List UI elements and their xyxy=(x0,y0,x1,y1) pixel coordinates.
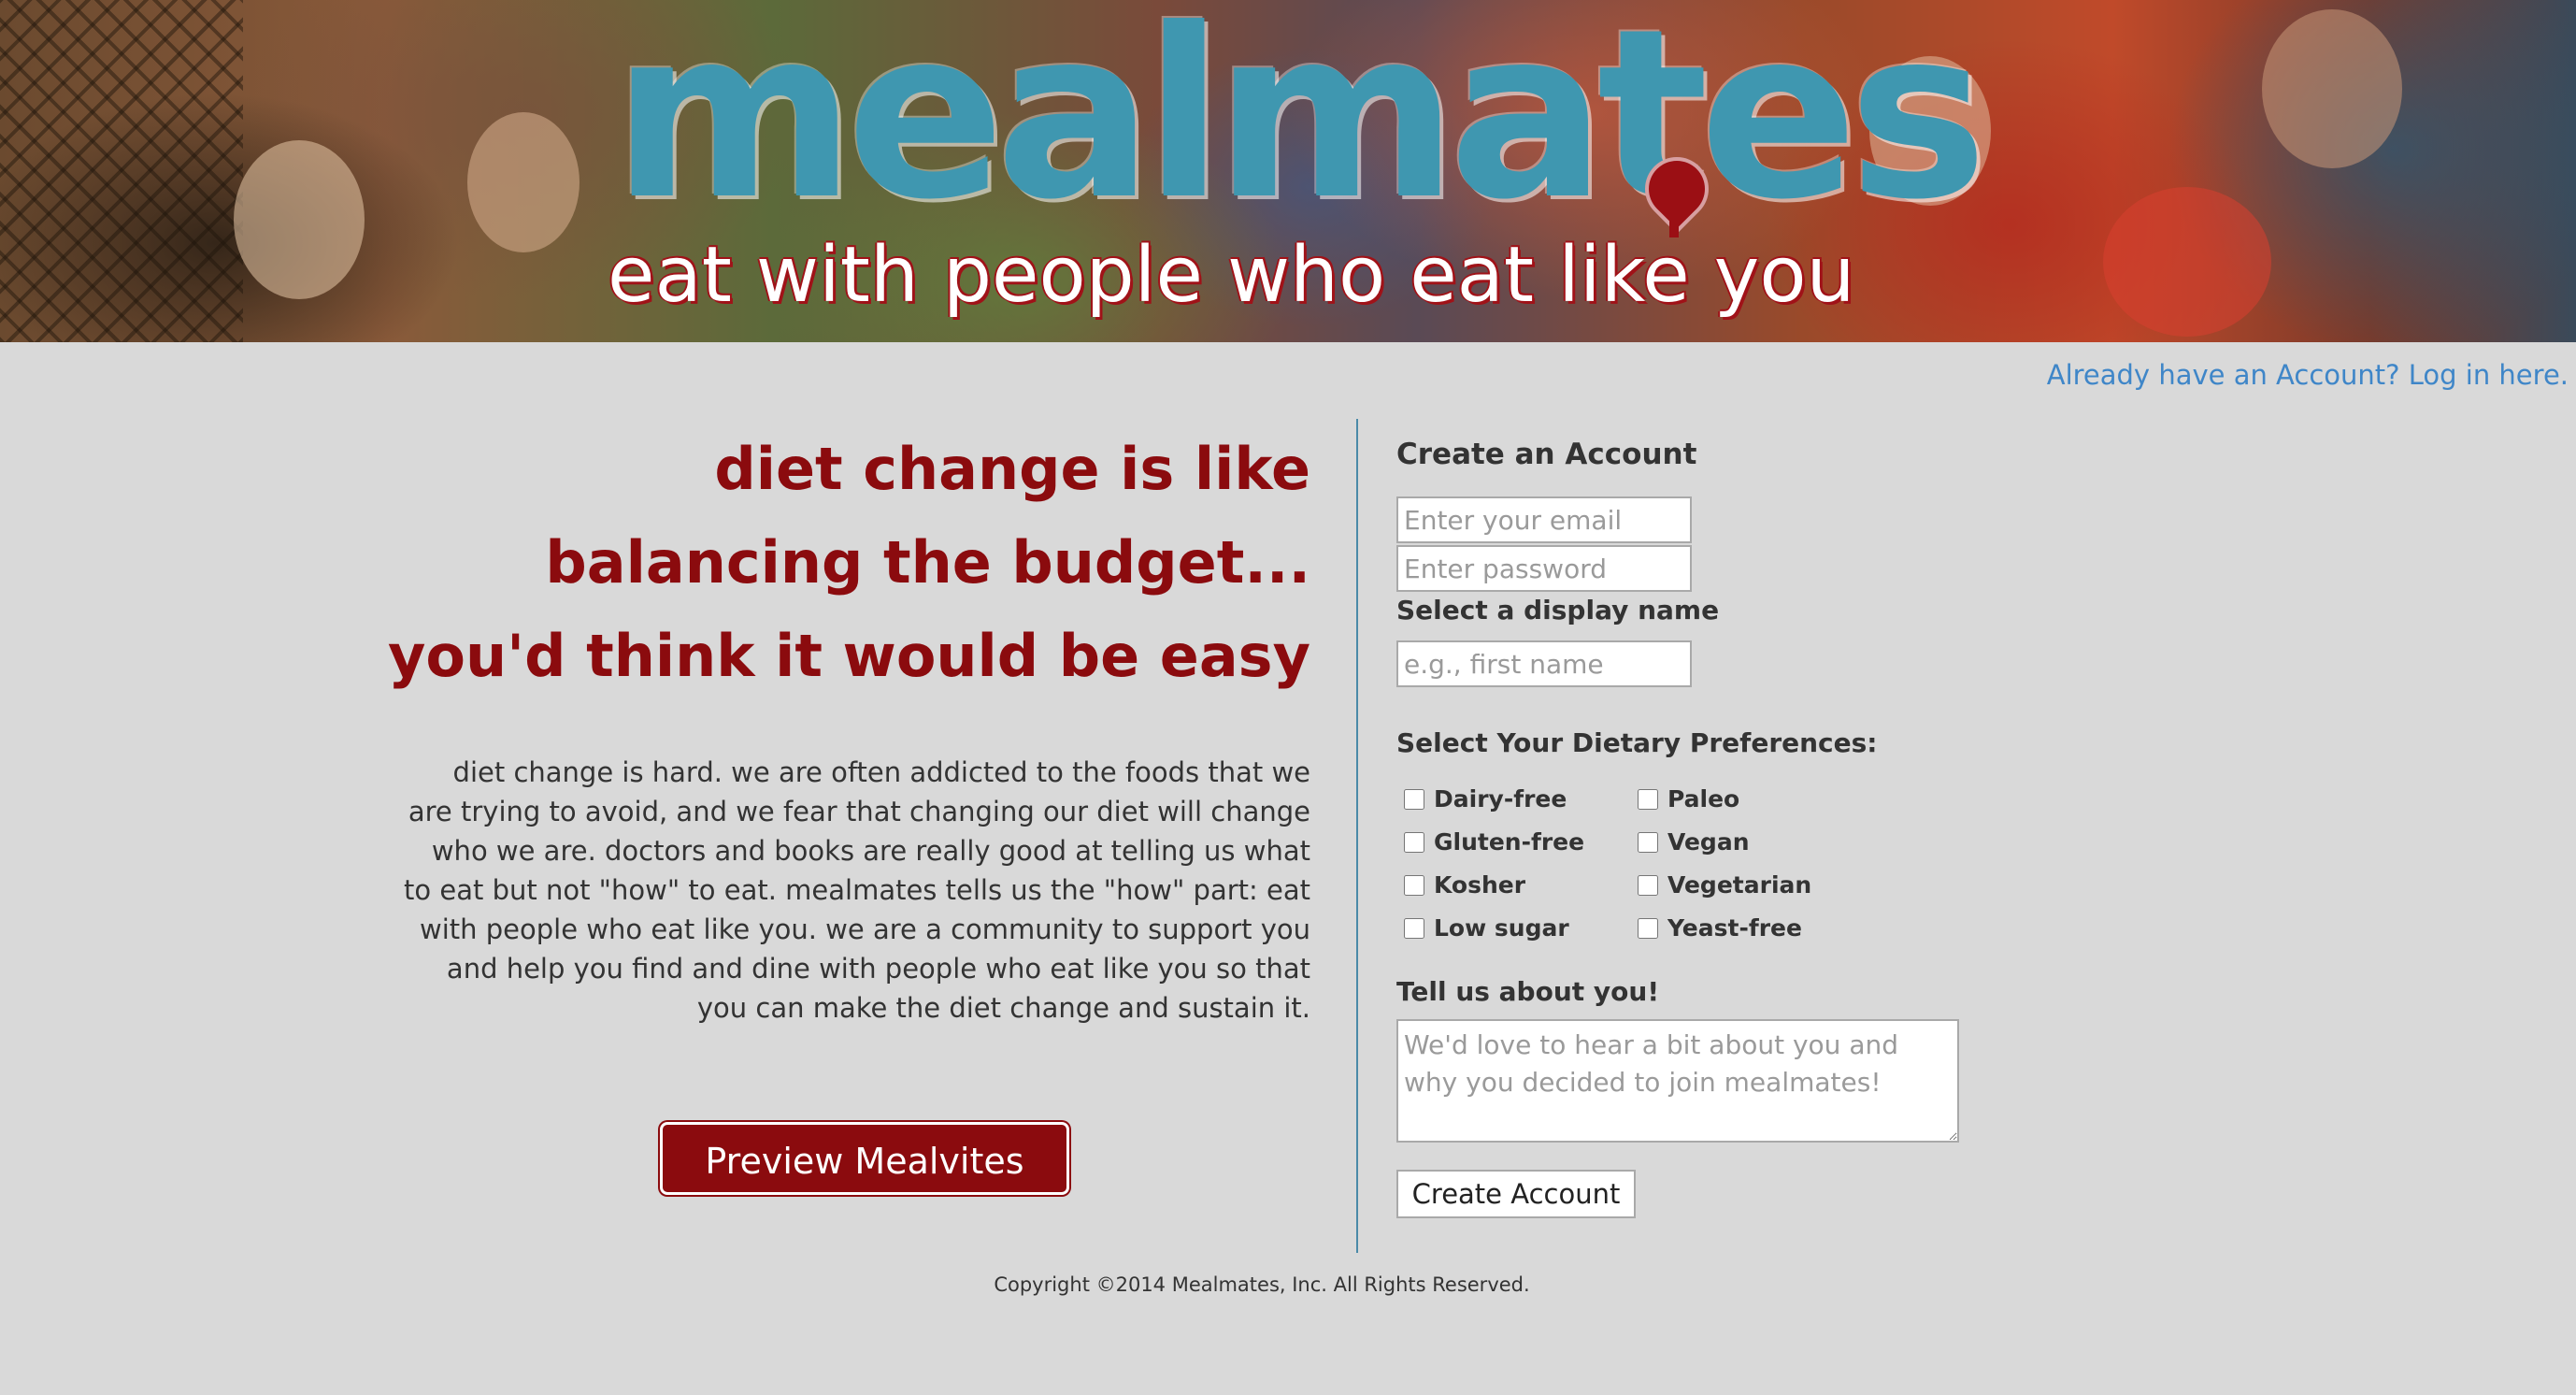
headline-line-1: diet change is like xyxy=(714,435,1310,503)
pref-label: Kosher xyxy=(1434,871,1526,899)
copyright-footer: Copyright ©2014 Mealmates, Inc. All Righ… xyxy=(994,1273,1530,1296)
hero-photo-person xyxy=(2103,187,2271,337)
preview-mealvites-button[interactable]: Preview Mealvites xyxy=(660,1122,1069,1195)
email-field[interactable] xyxy=(1396,496,1692,543)
pref-kosher[interactable]: Kosher xyxy=(1396,871,1525,899)
pref-low-sugar[interactable]: Low sugar xyxy=(1396,914,1569,942)
hero-photo-fence xyxy=(0,0,243,342)
display-name-field[interactable] xyxy=(1396,640,1692,687)
pref-label: Low sugar xyxy=(1434,914,1569,942)
intro-paragraph: diet change is hard. we are often addict… xyxy=(404,756,1310,1024)
pref-yeast-free[interactable]: Yeast-free xyxy=(1630,914,1802,942)
hero-photo-person xyxy=(2262,9,2402,168)
kosher-checkbox[interactable] xyxy=(1404,874,1424,896)
dietary-preferences-label: Select Your Dietary Preferences: xyxy=(1396,727,1878,758)
password-field[interactable] xyxy=(1396,545,1692,592)
hero-photo-person xyxy=(234,140,365,299)
paleo-checkbox[interactable] xyxy=(1638,788,1658,810)
pref-label: Dairy-free xyxy=(1434,785,1567,813)
gluten-free-checkbox[interactable] xyxy=(1404,831,1424,853)
pref-label: Vegetarian xyxy=(1667,871,1812,899)
about-textarea[interactable] xyxy=(1396,1019,1959,1143)
create-account-button[interactable]: Create Account xyxy=(1396,1170,1636,1218)
pref-dairy-free[interactable]: Dairy-free xyxy=(1396,785,1567,813)
pref-label: Gluten-free xyxy=(1434,828,1585,856)
pref-vegan[interactable]: Vegan xyxy=(1630,828,1750,856)
headline-line-2: balancing the budget... xyxy=(545,528,1310,597)
hero-tagline: eat with people who eat like you xyxy=(608,231,1855,320)
pref-label: Paleo xyxy=(1667,785,1740,813)
hero-photo-person xyxy=(467,112,580,252)
hero-banner: mealmates eat with people who eat like y… xyxy=(0,0,2576,342)
dairy-free-checkbox[interactable] xyxy=(1404,788,1424,810)
pref-vegetarian[interactable]: Vegetarian xyxy=(1630,871,1811,899)
vegetarian-checkbox[interactable] xyxy=(1638,874,1658,896)
yeast-free-checkbox[interactable] xyxy=(1638,917,1658,939)
create-account-title: Create an Account xyxy=(1396,438,1697,471)
headline-line-3: you'd think it would be easy xyxy=(387,622,1310,690)
pref-label: Yeast-free xyxy=(1667,914,1802,942)
login-link[interactable]: Already have an Account? Log in here. xyxy=(2047,359,2569,391)
pref-paleo[interactable]: Paleo xyxy=(1630,785,1739,813)
about-label: Tell us about you! xyxy=(1396,976,1660,1007)
column-divider xyxy=(1356,419,1358,1253)
vegan-checkbox[interactable] xyxy=(1638,831,1658,853)
display-name-label: Select a display name xyxy=(1396,595,1720,626)
mealmates-logo[interactable]: mealmates xyxy=(612,0,1988,232)
pref-label: Vegan xyxy=(1667,828,1750,856)
headline: diet change is like balancing the budget… xyxy=(355,423,1310,703)
pref-gluten-free[interactable]: Gluten-free xyxy=(1396,828,1584,856)
low-sugar-checkbox[interactable] xyxy=(1404,917,1424,939)
